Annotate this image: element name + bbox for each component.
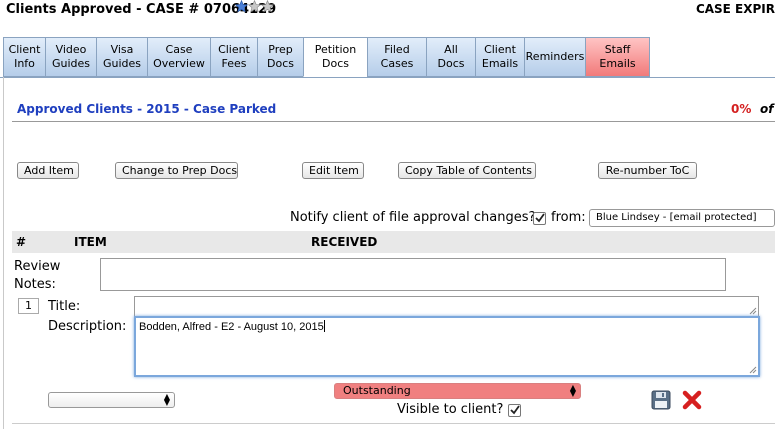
- tab-staff-emails[interactable]: Staff Emails: [585, 37, 650, 77]
- star-icon[interactable]: [248, 0, 261, 13]
- resize-grip-icon[interactable]: [749, 307, 757, 315]
- tab-visa-guides[interactable]: Visa Guides: [96, 37, 148, 77]
- tab-video-guides[interactable]: Video Guides: [45, 37, 97, 77]
- content-border: [3, 77, 4, 429]
- description-value: Bodden, Alfred - E2 - August 10, 2015: [139, 321, 324, 333]
- case-expiration-label: CASE EXPIR: [695, 2, 775, 16]
- review-notes-label: Review Notes:: [14, 259, 61, 292]
- column-header-item: ITEM: [74, 235, 107, 249]
- tab-all-docs[interactable]: All Docs: [426, 37, 476, 77]
- item-type-select[interactable]: ▲ ▼: [48, 392, 175, 408]
- renumber-toc-button[interactable]: Re-number ToC: [598, 162, 697, 179]
- star-icon[interactable]: [261, 0, 274, 13]
- text-cursor: [323, 320, 325, 332]
- notify-label: Notify client of file approval changes?: [290, 210, 536, 225]
- title-input[interactable]: [134, 296, 759, 317]
- star-icon[interactable]: [235, 0, 248, 13]
- tab-case-overview[interactable]: Case Overview: [147, 37, 211, 77]
- column-header-number: #: [16, 235, 27, 249]
- edit-item-button[interactable]: Edit Item: [302, 162, 364, 179]
- red-x-icon[interactable]: [682, 390, 702, 410]
- title-label: Title:: [48, 299, 81, 314]
- column-header-received: RECEIVED: [311, 235, 378, 249]
- from-select[interactable]: Blue Lindsey - [email protected]: [589, 209, 775, 227]
- progress-percent: 0%: [731, 102, 752, 116]
- check-icon: [535, 213, 545, 223]
- tab-divider: [0, 77, 775, 78]
- change-to-prep-docs-button[interactable]: Change to Prep Docs: [115, 162, 238, 179]
- select-arrows-icon: ▲ ▼: [569, 383, 576, 398]
- description-textarea[interactable]: Bodden, Alfred - E2 - August 10, 2015: [134, 316, 760, 377]
- tab-reminders[interactable]: Reminders: [524, 37, 586, 77]
- select-arrows-icon: ▲ ▼: [163, 392, 170, 407]
- visible-to-client-checkbox[interactable]: [508, 404, 521, 417]
- tab-client-emails[interactable]: Client Emails: [475, 37, 525, 77]
- tab-filed-cases[interactable]: Filed Cases: [367, 37, 427, 77]
- tab-bar: Client Info Video Guides Visa Guides Case Ov…: [3, 37, 650, 77]
- visible-to-client-label: Visible to client?: [397, 402, 504, 417]
- copy-table-of-contents-button[interactable]: Copy Table of Contents: [398, 162, 536, 179]
- table-header: # ITEM RECEIVED: [12, 231, 775, 253]
- status-value: Outstanding: [343, 384, 411, 397]
- tab-petition-docs[interactable]: Petition Docs: [303, 37, 368, 77]
- from-label: from:: [551, 210, 586, 225]
- section-title: Approved Clients - 2015 - Case Parked: [17, 102, 277, 116]
- status-select[interactable]: Outstanding ▲ ▼: [334, 383, 581, 399]
- notify-checkbox[interactable]: [533, 212, 546, 225]
- rating-stars[interactable]: [235, 0, 274, 13]
- tab-prep-docs[interactable]: Prep Docs: [257, 37, 304, 77]
- description-label: Description:: [48, 319, 127, 334]
- resize-grip-icon[interactable]: [749, 366, 757, 374]
- tab-client-fees[interactable]: Client Fees: [210, 37, 258, 77]
- row-divider: [12, 423, 775, 424]
- tab-client-info[interactable]: Client Info: [3, 37, 46, 77]
- check-icon: [510, 405, 520, 415]
- progress-of-label: of: [760, 102, 774, 116]
- top-bar: Clients Approved - CASE # 07064129 CASE …: [0, 0, 775, 26]
- floppy-disk-icon[interactable]: [651, 390, 671, 410]
- review-notes-textarea[interactable]: [100, 258, 726, 291]
- section-divider: [12, 121, 775, 122]
- add-item-button[interactable]: Add Item: [17, 162, 79, 179]
- item-number: 1: [18, 298, 39, 314]
